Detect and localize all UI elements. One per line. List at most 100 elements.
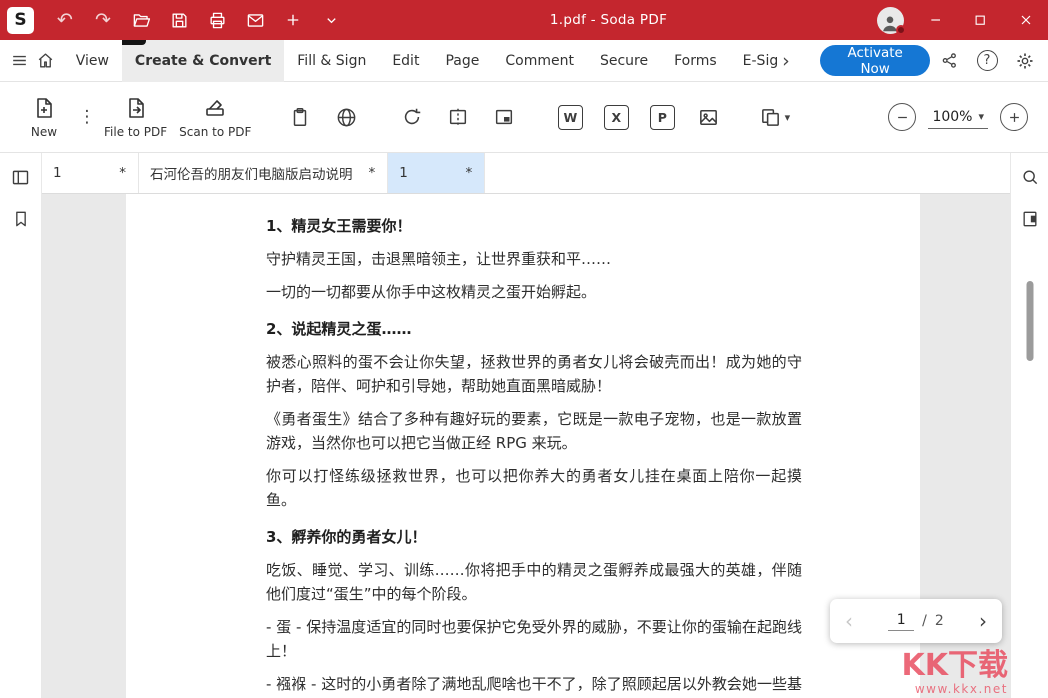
main-menu-button[interactable] xyxy=(6,40,32,82)
combine-pages-icon xyxy=(759,106,782,129)
document-tab-3-active[interactable]: 1 * xyxy=(388,153,485,193)
tab-comment[interactable]: Comment xyxy=(492,40,587,82)
zoom-level-dropdown[interactable]: 100% ▾ xyxy=(928,106,988,129)
doc-paragraph: 守护精灵王国，击退黑暗领主，让世界重获和平…… xyxy=(266,247,802,271)
scan-to-pdf-button[interactable]: Scan to PDF xyxy=(173,86,257,148)
window-controls xyxy=(867,0,1048,40)
mail-icon xyxy=(246,11,265,30)
minimize-icon xyxy=(928,12,944,28)
tab-view[interactable]: View xyxy=(63,40,122,82)
doc-paragraph: 吃饭、睡觉、学习、训练……你将把手中的精灵之蛋孵养成最强大的英雄，伴随他们度过“… xyxy=(266,558,802,606)
pdf-to-powerpoint-button[interactable]: P xyxy=(639,94,685,140)
activate-now-button[interactable]: Activate Now xyxy=(820,45,930,76)
split-pdf-button[interactable] xyxy=(435,94,481,140)
ribbon-tabs: View Create & Convert Fill & Sign Edit P… xyxy=(63,40,778,82)
pdf-to-word-button[interactable]: W xyxy=(547,94,593,140)
previous-page-button[interactable]: ‹ xyxy=(845,609,853,633)
document-tab-label: 1 xyxy=(399,165,408,181)
pdf-page: 1、精灵女王需要你！ 守护精灵王国，击退黑暗领主，让世界重获和平…… 一切的一切… xyxy=(126,194,920,698)
scan-to-pdf-label: Scan to PDF xyxy=(179,125,251,139)
picture-in-picture-icon xyxy=(493,106,515,128)
help-icon: ? xyxy=(977,50,998,71)
powerpoint-icon: P xyxy=(650,105,675,130)
email-button[interactable] xyxy=(236,0,274,40)
html-to-pdf-button[interactable] xyxy=(323,94,369,140)
file-to-pdf-icon xyxy=(124,96,148,120)
rotate-arrow-icon xyxy=(401,106,423,128)
file-to-pdf-label: File to PDF xyxy=(104,125,167,139)
window-title: 1.pdf - Soda PDF xyxy=(350,12,867,28)
current-page-input[interactable]: 1 xyxy=(888,612,914,631)
add-quick-action-button[interactable] xyxy=(274,0,312,40)
zoom-in-button[interactable] xyxy=(1000,103,1028,131)
menubar: View Create & Convert Fill & Sign Edit P… xyxy=(0,40,1048,82)
save-button[interactable] xyxy=(160,0,198,40)
page-indicator: 1 / 2 xyxy=(853,612,979,631)
minimize-button[interactable] xyxy=(913,0,958,40)
right-panel-rail xyxy=(1010,153,1048,698)
undo-button[interactable]: ↶ xyxy=(46,0,84,40)
convert-pdf-button[interactable] xyxy=(389,94,435,140)
tab-create-convert[interactable]: Create & Convert xyxy=(122,40,284,82)
tab-forms[interactable]: Forms xyxy=(661,40,730,82)
file-to-pdf-button[interactable]: File to PDF xyxy=(98,86,173,148)
document-tab-1[interactable]: 1 * xyxy=(42,153,139,193)
pdf-a-button[interactable] xyxy=(481,94,527,140)
tab-secure[interactable]: Secure xyxy=(587,40,661,82)
tabs-overflow-button[interactable]: › xyxy=(778,50,795,72)
tab-page[interactable]: Page xyxy=(432,40,492,82)
maximize-button[interactable] xyxy=(958,0,1003,40)
excel-icon: X xyxy=(604,105,629,130)
quick-actions-dropdown[interactable] xyxy=(312,0,350,40)
combine-files-button[interactable]: ▾ xyxy=(751,94,797,140)
thumbnails-panel-button[interactable] xyxy=(1017,206,1043,232)
pdf-viewport[interactable]: 1、精灵女王需要你！ 守护精灵王国，击退黑暗领主，让世界重获和平…… 一切的一切… xyxy=(42,194,1010,698)
share-button[interactable] xyxy=(930,40,968,82)
doc-heading: 2、说起精灵之蛋…… xyxy=(266,317,802,341)
document-tab-label: 1 xyxy=(53,165,62,181)
zoom-out-button[interactable] xyxy=(888,103,916,131)
split-icon xyxy=(447,106,469,128)
plus-icon xyxy=(1007,110,1022,125)
doc-paragraph: - 蛋 - 保持温度适宜的同时也要保护它免受外界的威胁，不要让你的蛋输在起跑线上… xyxy=(266,615,802,663)
pdf-to-excel-button[interactable]: X xyxy=(593,94,639,140)
share-icon xyxy=(940,51,959,70)
toggle-side-panel-button[interactable] xyxy=(8,164,34,190)
help-button[interactable]: ? xyxy=(968,40,1006,82)
bookmarks-panel-button[interactable] xyxy=(8,206,34,232)
document-tab-2[interactable]: 石河伦吾的朋友们电脑版启动说明 * xyxy=(139,153,388,193)
close-button[interactable] xyxy=(1003,0,1048,40)
more-options-button[interactable]: ⋮ xyxy=(76,94,98,140)
new-document-button[interactable]: New xyxy=(12,86,76,148)
tab-edit[interactable]: Edit xyxy=(379,40,432,82)
question-mark: ? xyxy=(984,53,991,68)
printer-icon xyxy=(208,11,227,30)
tab-fill-sign[interactable]: Fill & Sign xyxy=(284,40,379,82)
gear-icon xyxy=(1015,51,1035,71)
settings-button[interactable] xyxy=(1006,40,1044,82)
minus-icon xyxy=(895,110,910,125)
open-file-button[interactable] xyxy=(122,0,160,40)
paste-button[interactable] xyxy=(277,94,323,140)
app-logo: S xyxy=(7,7,34,34)
doc-paragraph: 《勇者蛋生》结合了多种有趣好玩的要素，它既是一款电子宠物，也是一款放置游戏，当然… xyxy=(266,407,802,455)
new-document-label: New xyxy=(31,125,57,139)
doc-paragraph: 一切的一切都要从你手中这枚精灵之蛋开始孵起。 xyxy=(266,280,802,304)
total-pages: 2 xyxy=(935,613,944,629)
redo-button[interactable]: ↷ xyxy=(84,0,122,40)
account-button[interactable] xyxy=(867,7,913,34)
pdf-to-image-button[interactable] xyxy=(685,94,731,140)
home-button[interactable] xyxy=(32,40,58,82)
plus-icon xyxy=(284,11,302,29)
tab-esign[interactable]: E-Sign xyxy=(730,40,778,82)
new-document-icon xyxy=(32,96,56,120)
clipboard-icon xyxy=(289,106,311,128)
vertical-scrollbar[interactable] xyxy=(1026,281,1033,361)
search-button[interactable] xyxy=(1017,164,1043,190)
ellipsis-icon: ⋮ xyxy=(79,107,96,127)
next-page-button[interactable]: › xyxy=(979,609,987,633)
word-icon: W xyxy=(558,105,583,130)
left-panel-rail xyxy=(0,153,42,698)
print-button[interactable] xyxy=(198,0,236,40)
notification-dot xyxy=(896,25,906,35)
